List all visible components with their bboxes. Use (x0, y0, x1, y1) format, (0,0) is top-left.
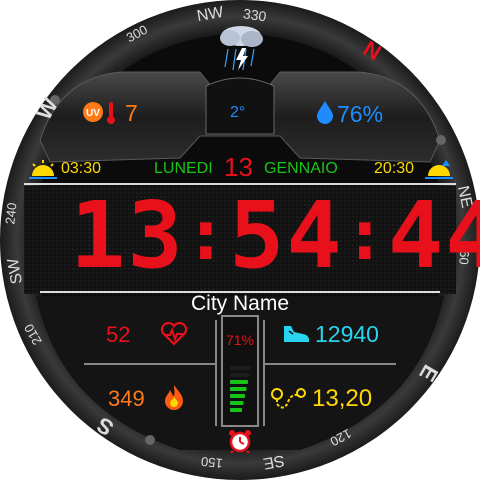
bezel-label: SE (261, 451, 286, 472)
sunset-icon (425, 160, 453, 179)
battery-segment (230, 394, 245, 398)
flame-icon (165, 385, 183, 410)
uv-value: 7 (125, 100, 138, 126)
battery-segment (230, 387, 247, 391)
watch-face: 330 N NE 60 E 120 SE 150 S 210 SW 240 W … (0, 0, 480, 480)
svg-text:UV: UV (86, 108, 100, 119)
city-name: City Name (190, 292, 290, 315)
weather-temperature: 2° (230, 104, 246, 121)
date-day: 13 (224, 152, 253, 182)
heart-rate-icon (160, 322, 188, 346)
route-icon (271, 388, 306, 409)
battery-segment (230, 408, 242, 412)
steps-value: 12940 (315, 321, 379, 347)
storm-cloud-icon (220, 26, 263, 71)
humidity-value: 76% (337, 101, 384, 127)
battery-segment (230, 380, 248, 384)
time-display: 13:54:44 (70, 186, 480, 286)
battery-segment (230, 366, 251, 370)
time-minutes: 54 (228, 182, 344, 289)
water-drop-icon (317, 101, 333, 124)
battery-gauge (230, 366, 251, 412)
calories-value: 349 (108, 386, 145, 411)
heart-rate-value: 52 (106, 322, 131, 347)
time-separator: : (184, 194, 229, 276)
battery-segment (230, 401, 244, 405)
battery-percent: 71% (225, 332, 255, 348)
date-weekday: LUNEDI (154, 160, 213, 177)
sunset-time: 20:30 (374, 160, 415, 177)
bezel-label: 150 (200, 453, 224, 472)
sunrise-time: 03:30 (61, 160, 102, 177)
battery-segment (230, 373, 250, 377)
bezel-label: 240 (2, 201, 20, 226)
alarm-clock-icon[interactable] (227, 428, 253, 454)
sunrise-icon (29, 160, 57, 179)
distance-value: 13,20 (312, 385, 373, 412)
time-separator: : (343, 194, 388, 276)
date-month: GENNAIO (264, 160, 338, 177)
time-seconds: 44 (387, 182, 480, 289)
shoe-icon (284, 326, 309, 342)
time-hours: 13 (70, 182, 185, 289)
uv-icon: UV (83, 102, 115, 124)
